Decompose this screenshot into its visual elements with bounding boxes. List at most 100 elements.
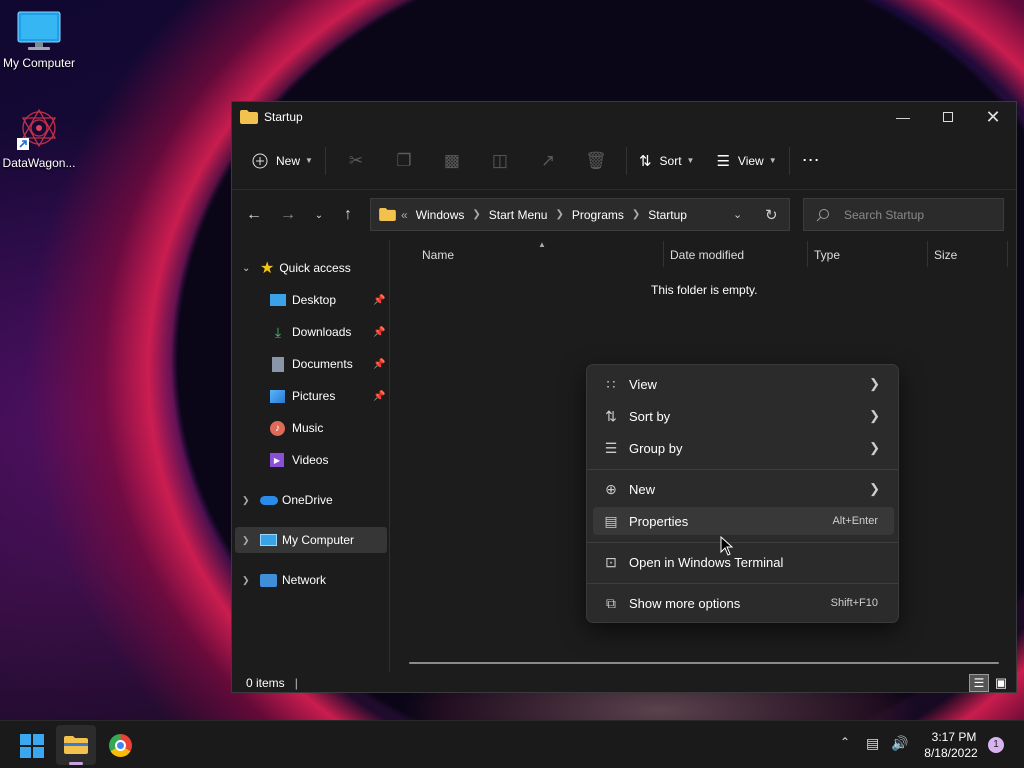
nav-my-computer[interactable]: ❯ My Computer [235,527,387,553]
chevron-right-icon: ❯ [869,376,880,391]
clock-time[interactable]: 3:17 PM [930,730,978,744]
toolbar-divider [625,146,627,175]
properties-icon: ▤ [604,512,618,529]
forward-button[interactable]: → [276,206,300,224]
menu-item-group-by[interactable]: ☰ Group by ❯ [593,434,894,462]
refresh-icon[interactable]: ↻ [765,206,778,224]
expand-icon: ⧉ [606,594,616,611]
breadcrumb-windows[interactable]: Windows [416,208,465,222]
close-button[interactable]: ✕ [970,102,1016,132]
pin-icon[interactable]: 📌 [373,295,385,306]
pin-icon[interactable]: 📌 [373,391,385,402]
menu-item-view[interactable]: ∷ View ❯ [593,370,894,398]
plus-circle-icon [252,153,268,168]
status-divider: | [294,676,298,690]
new-button[interactable]: New ▼ [246,145,319,177]
start-button[interactable] [20,734,44,758]
copy-button[interactable]: ❐ [380,145,428,177]
rename-button[interactable]: ◫ [476,145,524,177]
nav-videos[interactable]: ▶ Videos [270,447,328,473]
chevron-down-icon: ⌄ [242,262,251,274]
breadcrumb-programs[interactable]: Programs [572,208,624,222]
chrome-icon[interactable] [109,734,132,757]
menu-item-new[interactable]: ⊕ New ❯ [593,475,894,503]
notification-badge[interactable]: 1 [988,737,1004,753]
desktop-folder-icon [270,294,286,306]
video-icon: ▶ [270,453,284,467]
mouse-cursor-icon [720,536,734,556]
empty-folder-message: This folder is empty. [651,283,758,297]
window-title: Startup [264,110,303,124]
column-header-name[interactable]: Name [422,248,454,262]
menu-label: Sort by [629,408,671,424]
nav-documents[interactable]: Documents 📌 [270,351,390,377]
nav-label: Network [282,573,327,587]
breadcrumb-startup[interactable]: Startup [648,208,687,222]
breadcrumb-start-menu[interactable]: Start Menu [489,208,548,222]
menu-item-open-terminal[interactable]: ⊡ Open in Windows Terminal [593,548,894,576]
desktop-icon-datawagon[interactable]: DataWagon... [0,106,78,170]
search-box[interactable]: Search Startup [803,198,1004,231]
overflow-chevron-icon[interactable]: « [401,208,408,222]
address-dropdown-icon[interactable]: ⌄ [733,208,742,221]
minimize-button[interactable]: — [880,102,926,132]
column-divider[interactable] [807,241,808,267]
column-divider[interactable] [663,241,664,267]
nav-network[interactable]: ❯ Network [242,567,326,593]
up-button[interactable]: ↑ [336,206,360,224]
taskbar-file-explorer[interactable] [56,725,96,765]
clock-date[interactable]: 8/18/2022 [920,746,982,760]
menu-item-show-more-options[interactable]: ⧉ Show more options Shift+F10 [593,589,894,617]
details-view-icon[interactable]: ☰ [969,674,989,692]
column-header-size[interactable]: Size [934,248,957,262]
maximize-button[interactable] [925,102,971,132]
nav-label: Desktop [292,293,337,307]
nav-downloads[interactable]: ⤓ Downloads 📌 [270,319,390,345]
nav-desktop[interactable]: Desktop 📌 [270,287,390,313]
desktop-icon-label: My Computer [2,56,76,70]
sort-button[interactable]: ⇅ Sort ▼ [633,145,701,177]
nav-music[interactable]: ♪ Music [270,415,323,441]
nav-quick-access[interactable]: ⌄ ★ Quick access [242,255,351,281]
status-bar: 0 items | ☰ ▣ [232,672,1016,692]
nav-onedrive[interactable]: ❯ OneDrive [242,487,333,513]
pin-icon[interactable]: 📌 [373,359,385,370]
sort-icon: ⇅ [638,152,652,170]
network-status-icon[interactable]: ▤ [866,735,879,752]
folder-icon [240,110,258,124]
title-bar[interactable]: Startup — ✕ [232,102,1016,132]
delete-button[interactable]: 🗑 [572,145,620,177]
datawagon-app-icon [17,108,57,150]
show-hidden-icons-icon[interactable]: ⌃ [840,735,850,749]
more-options-button[interactable]: ⋯ [796,145,827,177]
pin-icon[interactable]: 📌 [373,327,385,338]
item-count: 0 items [246,676,285,690]
list-group-icon: ☰ [604,439,618,456]
share-button[interactable]: ↗ [524,145,572,177]
column-header-type[interactable]: Type [814,248,840,262]
command-bar: New ▼ ✂ ❐ ▩ ◫ ↗ 🗑 ⇅ Sort ▼ ☰ View ▼ ⋯ [232,132,1016,190]
large-icons-view-icon[interactable]: ▣ [992,674,1010,692]
back-button[interactable]: ← [242,206,266,224]
volume-icon[interactable]: 🔊 [891,735,908,752]
recent-locations-button[interactable]: ⌄ [307,210,331,221]
column-divider[interactable] [927,241,928,267]
column-divider[interactable] [1007,241,1008,267]
horizontal-scrollbar[interactable] [409,662,999,664]
menu-item-properties[interactable]: ▤ Properties Alt+Enter [593,507,894,535]
view-button[interactable]: ☰ View ▼ [710,145,782,177]
menu-item-sort-by[interactable]: ⇅ Sort by ❯ [593,402,894,430]
chevron-right-icon: ❯ [242,574,250,585]
column-header-date-modified[interactable]: Date modified [670,248,744,262]
desktop-icon-my-computer[interactable]: My Computer [0,10,78,70]
terminal-icon: ⊡ [605,553,617,570]
menu-label: Group by [629,440,683,456]
cloud-icon [260,495,278,505]
paste-button[interactable]: ▩ [428,145,476,177]
nav-pictures[interactable]: Pictures 📌 [270,383,390,409]
sort-ascending-icon: ▲ [538,240,546,249]
address-bar[interactable]: « Windows ❯ Start Menu ❯ Programs ❯ Star… [370,198,790,231]
cut-button[interactable]: ✂ [332,145,380,177]
menu-divider [587,583,898,584]
menu-shortcut: Shift+F10 [830,597,878,609]
